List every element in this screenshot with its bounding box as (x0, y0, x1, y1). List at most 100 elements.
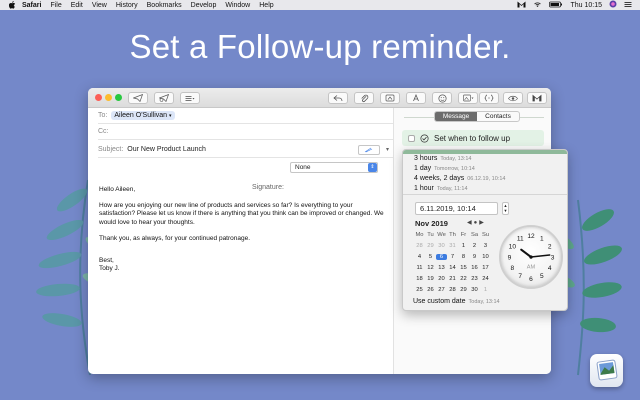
battery-icon[interactable] (549, 1, 563, 10)
calendar-grid: Mo Tu We Th Fr Sa Su 28 29 30 31 1 2 3 4 5 6 7 8 9 10 11 12 13 1… (414, 229, 492, 295)
date-time-field[interactable]: 6.11.2019, 10:14 (415, 202, 498, 215)
calendar-day[interactable]: 22 (458, 276, 469, 282)
attach-button[interactable] (354, 92, 374, 104)
calendar-day[interactable]: 4 (414, 254, 425, 260)
tab-message[interactable]: Message (435, 112, 477, 121)
calendar-day[interactable]: 30 (436, 243, 447, 249)
siri-icon[interactable] (609, 0, 617, 10)
calendar-day[interactable]: 1 (458, 243, 469, 249)
annotate-button[interactable] (380, 92, 400, 104)
preview-app-icon[interactable] (590, 354, 623, 387)
mailbutler-icon[interactable] (517, 1, 526, 10)
mailbutler-button[interactable] (527, 92, 547, 104)
photo-browser-button[interactable] (458, 92, 478, 104)
tracking-button[interactable] (503, 92, 523, 104)
calendar-day[interactable]: 8 (458, 254, 469, 260)
chevron-down-icon[interactable]: ▾ (386, 146, 389, 153)
recipient-token[interactable]: Aileen O'Sullivan ▾ (111, 111, 175, 120)
calendar-day[interactable]: 21 (447, 276, 458, 282)
calendar-day[interactable]: 20 (436, 276, 447, 282)
cc-row[interactable]: Cc: (98, 124, 393, 140)
calendar-day[interactable]: 15 (458, 265, 469, 271)
format-button[interactable] (406, 92, 426, 104)
close-window-button[interactable] (95, 94, 102, 101)
subject-row[interactable]: Subject: Our New Product Launch ▾ (98, 142, 393, 158)
calendar-day[interactable]: 27 (436, 287, 447, 293)
menu-develop[interactable]: Develop (191, 2, 217, 9)
calendar-day[interactable]: 28 (414, 243, 425, 249)
calendar-day[interactable]: 28 (447, 287, 458, 293)
calendar-day[interactable]: 19 (425, 276, 436, 282)
custom-date-meta: Today, 13:14 (468, 299, 500, 305)
clock-minute-hand[interactable] (530, 254, 551, 258)
calendar-day[interactable]: 18 (414, 276, 425, 282)
calendar-day[interactable]: 29 (425, 243, 436, 249)
calendar-day-selected[interactable]: 6 (436, 253, 447, 260)
calendar-day[interactable]: 1 (480, 287, 491, 293)
to-row[interactable]: To: Aileen O'Sullivan ▾ (98, 108, 393, 124)
signature-pen-button[interactable] (357, 144, 380, 155)
previous-month-icon[interactable]: ◀ (467, 220, 474, 226)
calendar-day[interactable]: 2 (469, 243, 480, 249)
calendar-day[interactable]: 13 (436, 265, 447, 271)
analog-clock[interactable]: 1234567891011 12AM (499, 225, 563, 289)
chevron-down-icon: ▼ (503, 208, 508, 213)
menu-safari[interactable]: Safari (22, 2, 41, 9)
followup-row[interactable]: Set when to follow up (402, 130, 544, 146)
tab-contacts[interactable]: Contacts (477, 112, 519, 121)
date-stepper[interactable]: ▲ ▼ (502, 202, 509, 215)
menu-history[interactable]: History (116, 2, 138, 9)
pen-icon (365, 147, 373, 152)
calendar-day[interactable]: 9 (469, 254, 480, 260)
calendar-day[interactable]: 26 (425, 287, 436, 293)
next-month-icon[interactable]: ▶ (479, 220, 486, 226)
reply-button[interactable] (328, 92, 348, 104)
header-fields-button[interactable] (180, 92, 200, 104)
mailbutler-icon (532, 94, 542, 102)
calendar-day[interactable]: 11 (414, 265, 425, 271)
calendar-day[interactable]: 29 (458, 287, 469, 293)
calendar-day[interactable]: 5 (425, 254, 436, 260)
followup-checkbox[interactable] (408, 134, 415, 142)
calendar-day[interactable]: 12 (425, 265, 436, 271)
calendar-day[interactable]: 30 (469, 287, 480, 293)
menu-clock[interactable]: Thu 10:15 (570, 2, 602, 9)
calendar-day[interactable]: 10 (480, 254, 491, 260)
minimize-window-button[interactable] (105, 94, 112, 101)
template-button[interactable] (479, 92, 499, 104)
zoom-window-button[interactable] (115, 94, 122, 101)
apple-icon[interactable] (8, 1, 16, 9)
calendar-day[interactable]: 17 (480, 265, 491, 271)
calendar-day[interactable]: 31 (447, 243, 458, 249)
calendar-day[interactable]: 24 (480, 276, 491, 282)
subject-field[interactable]: Our New Product Launch (127, 146, 206, 153)
calendar-day[interactable]: 23 (469, 276, 480, 282)
clock-number: 4 (548, 265, 552, 272)
calendar-day[interactable]: 14 (447, 265, 458, 271)
menu-edit[interactable]: Edit (71, 2, 83, 9)
calendar-day[interactable]: 25 (414, 287, 425, 293)
menu-help[interactable]: Help (259, 2, 273, 9)
calendar-day[interactable]: 7 (447, 254, 458, 260)
option-1-hour[interactable]: 1 hour Today, 11:14 (414, 185, 468, 192)
option-4-weeks-2-days[interactable]: 4 weeks, 2 days 06.12.19, 10:14 (414, 175, 505, 182)
option-3-hours[interactable]: 3 hours Today, 13:14 (414, 155, 471, 162)
emoji-button[interactable] (432, 92, 452, 104)
menu-view[interactable]: View (92, 2, 107, 9)
send-later-button[interactable] (154, 92, 174, 104)
clock-hour-hand[interactable] (520, 248, 533, 259)
wifi-icon[interactable] (533, 1, 542, 10)
chevron-down-icon: ▾ (169, 113, 172, 119)
notification-center-icon[interactable] (624, 1, 632, 10)
list-icon (185, 95, 195, 101)
option-1-day[interactable]: 1 day Tomorrow, 10:14 (414, 165, 475, 172)
menu-bookmarks[interactable]: Bookmarks (147, 2, 182, 9)
menu-window[interactable]: Window (225, 2, 250, 9)
message-body[interactable]: Hello Aileen, How are you enjoying our n… (99, 186, 389, 281)
use-custom-date-row[interactable]: Use custom date Today, 13:14 (413, 298, 500, 305)
calendar-day[interactable]: 3 (480, 243, 491, 249)
calendar-day[interactable]: 16 (469, 265, 480, 271)
send-button[interactable] (128, 92, 148, 104)
menu-file[interactable]: File (50, 2, 61, 9)
signature-select[interactable]: None ⇕ (290, 162, 378, 173)
